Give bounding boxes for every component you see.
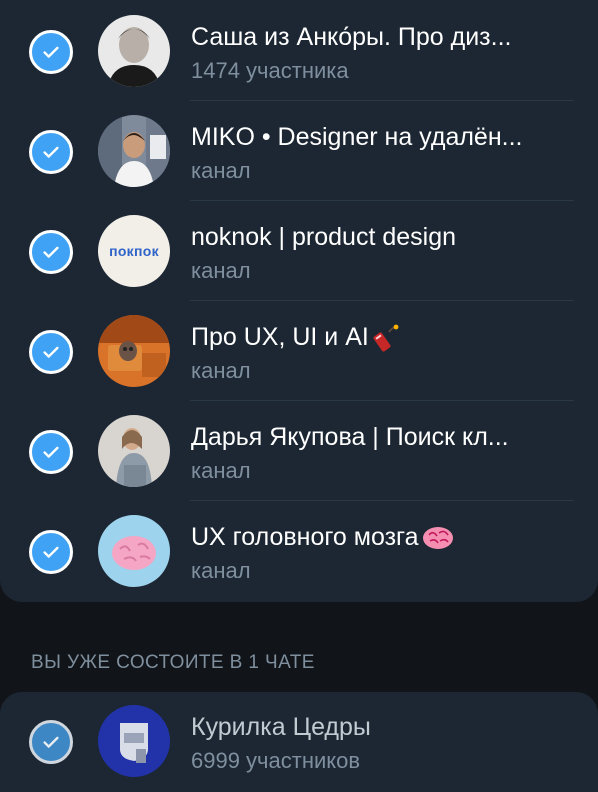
checkmark-icon — [43, 46, 59, 58]
photo-avatar — [98, 115, 170, 187]
chat-subtitle: канал — [191, 458, 251, 483]
section-header: ВЫ УЖЕ СОСТОИТЕ В 1 ЧАТЕ — [31, 652, 315, 673]
chat-row[interactable]: покпок noknok | product design канал — [0, 200, 598, 301]
chat-subtitle: 1474 участника — [191, 58, 349, 83]
checkmark-icon — [43, 346, 59, 358]
checkbox-checked[interactable] — [29, 230, 73, 274]
chat-title: Курилка Цедры — [191, 713, 371, 741]
checkmark-icon — [43, 736, 59, 748]
checkbox-checked-disabled[interactable] — [29, 720, 73, 764]
person-avatar — [98, 415, 170, 487]
logo-avatar: покпок — [98, 215, 170, 287]
checkmark-icon — [43, 446, 59, 458]
checkmark-icon — [43, 546, 59, 558]
chat-row[interactable]: Про UX, UI и AI канал — [0, 300, 598, 401]
chat-subtitle: канал — [191, 358, 251, 383]
firecracker-icon — [373, 324, 399, 352]
chat-title: Про UX, UI и AI — [191, 322, 581, 353]
checkmark-icon — [43, 146, 59, 158]
brain-icon — [422, 527, 453, 550]
chat-row[interactable]: Дарья Якупова | Поиск кл... канал — [0, 400, 598, 501]
logo-text: покпок — [109, 243, 159, 259]
chat-row[interactable]: Саша из Анко́ры. Про диз... 1474 участни… — [0, 0, 598, 101]
checkbox-checked[interactable] — [29, 330, 73, 374]
checkbox-checked[interactable] — [29, 30, 73, 74]
chat-row[interactable]: Курилка Цедры 6999 участников — [0, 690, 598, 790]
chat-title: UX головного мозга — [191, 522, 581, 552]
chat-subtitle: канал — [191, 558, 251, 583]
chat-title: noknok | product design — [191, 223, 457, 251]
selected-chats-card: Саша из Анко́ры. Про диз... 1474 участни… — [0, 0, 598, 602]
chat-row[interactable]: UX головного мозга канал — [0, 500, 598, 600]
checkmark-icon — [43, 246, 59, 258]
checkbox-checked[interactable] — [29, 130, 73, 174]
chat-subtitle: канал — [191, 258, 251, 283]
chat-title: MIKO • Designer на удалён... — [191, 123, 523, 151]
group-avatar — [98, 705, 170, 777]
brain-avatar — [98, 515, 170, 587]
joined-chats-card: Курилка Цедры 6999 участников — [0, 692, 598, 792]
person-avatar — [98, 15, 170, 87]
chat-row[interactable]: MIKO • Designer на удалён... канал — [0, 100, 598, 201]
chat-title: Саша из Анко́ры. Про диз... — [191, 23, 512, 51]
chat-subtitle: 6999 участников — [191, 748, 361, 773]
robot-avatar — [98, 315, 170, 387]
checkbox-checked[interactable] — [29, 530, 73, 574]
checkbox-checked[interactable] — [29, 430, 73, 474]
chat-title: Дарья Якупова | Поиск кл... — [191, 423, 509, 451]
chat-subtitle: канал — [191, 158, 251, 183]
